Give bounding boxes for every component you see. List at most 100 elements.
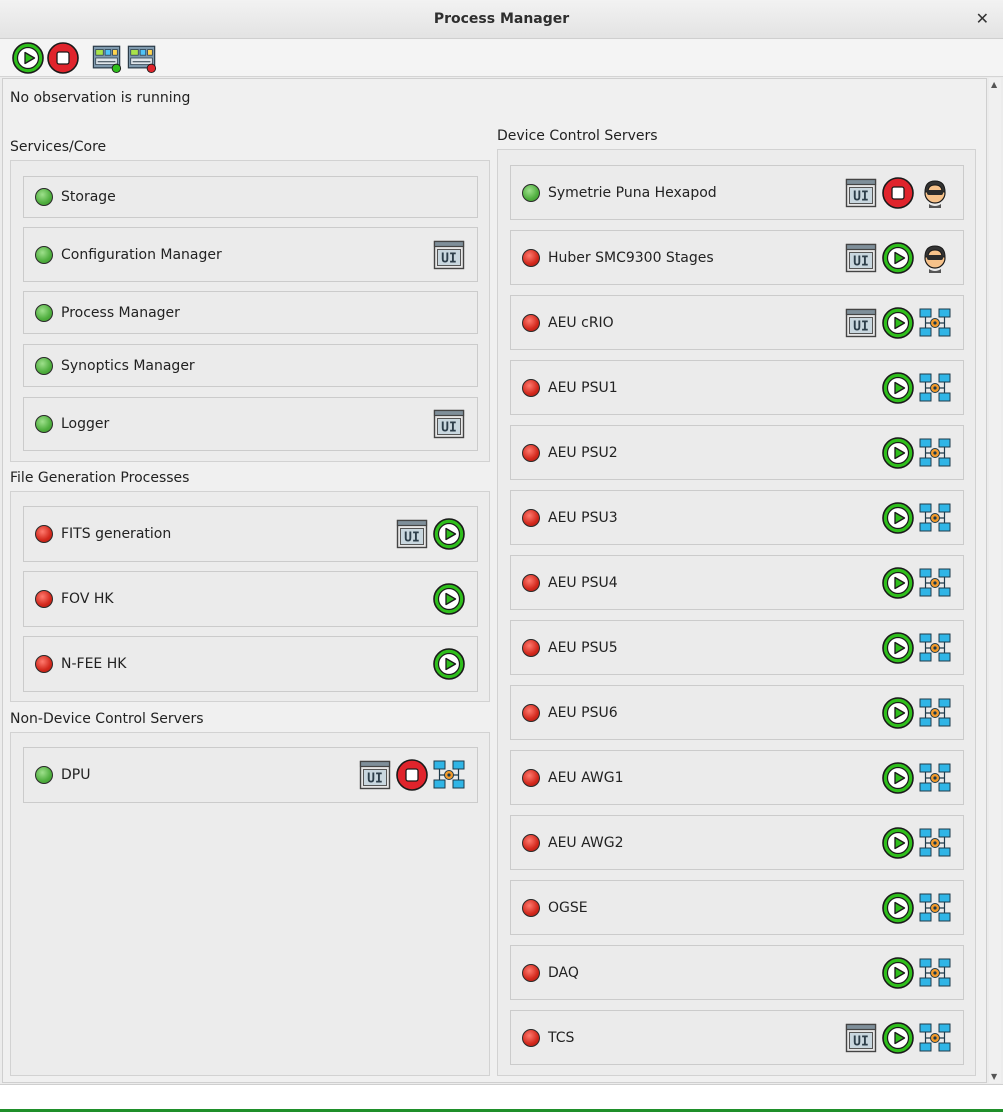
section-file-generation-label: File Generation Processes bbox=[10, 470, 190, 486]
status-indicator bbox=[522, 768, 540, 787]
status-indicator bbox=[522, 898, 540, 917]
process-label: Logger bbox=[61, 416, 110, 432]
network-icon[interactable] bbox=[919, 762, 951, 794]
start-icon[interactable] bbox=[882, 307, 914, 339]
status-indicator bbox=[522, 443, 540, 462]
process-label: DAQ bbox=[548, 964, 579, 981]
process-row-aeu-psu2: AEU PSU2 bbox=[510, 425, 964, 480]
start-icon[interactable] bbox=[882, 437, 914, 469]
ui-icon[interactable] bbox=[396, 518, 428, 550]
operator-icon[interactable] bbox=[919, 242, 951, 274]
start-icon[interactable] bbox=[882, 1022, 914, 1054]
process-row-process-manager: Process Manager bbox=[23, 291, 478, 334]
scroll-up-icon[interactable]: ▲ bbox=[991, 80, 997, 89]
start-icon[interactable] bbox=[882, 957, 914, 989]
process-label: AEU PSU2 bbox=[548, 444, 618, 461]
non-device-group: DPU bbox=[10, 732, 490, 1076]
process-label: Huber SMC9300 Stages bbox=[548, 249, 714, 266]
network-icon[interactable] bbox=[919, 567, 951, 599]
process-row-aeu-psu1: AEU PSU1 bbox=[510, 360, 964, 415]
control-panel-stop-icon[interactable] bbox=[126, 42, 158, 74]
process-row-aeu-crio: AEU cRIO bbox=[510, 295, 964, 350]
section-device-label: Device Control Servers bbox=[497, 128, 658, 144]
status-bar bbox=[0, 1084, 1003, 1112]
network-icon[interactable] bbox=[919, 697, 951, 729]
status-indicator bbox=[35, 525, 53, 543]
process-row-synoptics-manager: Synoptics Manager bbox=[23, 344, 478, 387]
start-icon[interactable] bbox=[882, 567, 914, 599]
process-row-aeu-psu5: AEU PSU5 bbox=[510, 620, 964, 675]
process-label: OGSE bbox=[548, 899, 588, 916]
services-core-group: Storage Configuration Manager Process Ma… bbox=[10, 160, 490, 462]
device-group: Symetrie Puna Hexapod Huber SMC9300 Stag… bbox=[497, 149, 976, 1076]
start-icon[interactable] bbox=[433, 518, 465, 550]
ui-icon[interactable] bbox=[845, 307, 877, 339]
status-indicator bbox=[35, 766, 53, 784]
process-row-daq: DAQ bbox=[510, 945, 964, 1000]
process-label: N-FEE HK bbox=[61, 656, 127, 672]
network-icon[interactable] bbox=[919, 307, 951, 339]
network-icon[interactable] bbox=[919, 1022, 951, 1054]
network-icon[interactable] bbox=[919, 437, 951, 469]
ui-icon[interactable] bbox=[359, 759, 391, 791]
process-label: Configuration Manager bbox=[61, 246, 222, 263]
process-label: AEU AWG2 bbox=[548, 834, 624, 851]
ui-icon[interactable] bbox=[433, 408, 465, 440]
start-all-button[interactable] bbox=[12, 42, 44, 74]
ui-icon[interactable] bbox=[845, 242, 877, 274]
toolbar bbox=[0, 39, 1003, 77]
process-label: FOV HK bbox=[61, 591, 114, 607]
process-row-aeu-psu6: AEU PSU6 bbox=[510, 685, 964, 740]
status-indicator bbox=[522, 378, 540, 397]
ui-icon[interactable] bbox=[845, 1022, 877, 1054]
start-icon[interactable] bbox=[882, 242, 914, 274]
start-icon[interactable] bbox=[882, 372, 914, 404]
scroll-down-icon[interactable]: ▼ bbox=[991, 1072, 997, 1081]
control-panel-start-icon[interactable] bbox=[91, 42, 123, 74]
operator-icon[interactable] bbox=[919, 177, 951, 209]
start-icon[interactable] bbox=[433, 648, 465, 680]
status-indicator bbox=[35, 655, 53, 673]
status-indicator bbox=[35, 356, 53, 375]
status-indicator bbox=[522, 183, 540, 202]
start-icon[interactable] bbox=[882, 892, 914, 924]
network-icon[interactable] bbox=[919, 957, 951, 989]
status-indicator bbox=[35, 303, 53, 322]
network-icon[interactable] bbox=[919, 502, 951, 534]
file-generation-group: FITS generation FOV HK N-FEE HK bbox=[10, 491, 490, 702]
start-icon[interactable] bbox=[882, 762, 914, 794]
start-icon[interactable] bbox=[882, 502, 914, 534]
network-icon[interactable] bbox=[433, 759, 465, 791]
status-indicator bbox=[522, 963, 540, 982]
stop-icon[interactable] bbox=[882, 177, 914, 209]
process-label: AEU PSU4 bbox=[548, 574, 618, 591]
status-indicator bbox=[522, 313, 540, 332]
process-label: DPU bbox=[61, 767, 91, 783]
stop-icon[interactable] bbox=[396, 759, 428, 791]
process-row-fits-generation: FITS generation bbox=[23, 506, 478, 562]
process-label: AEU cRIO bbox=[548, 314, 614, 331]
process-row-dpu: DPU bbox=[23, 747, 478, 803]
start-icon[interactable] bbox=[882, 632, 914, 664]
vertical-scrollbar[interactable]: ▲ ▼ bbox=[989, 78, 1001, 1083]
network-icon[interactable] bbox=[919, 632, 951, 664]
start-icon[interactable] bbox=[882, 697, 914, 729]
process-row-logger: Logger bbox=[23, 397, 478, 451]
close-icon[interactable]: ✕ bbox=[976, 9, 989, 28]
ui-icon[interactable] bbox=[845, 177, 877, 209]
status-indicator bbox=[35, 590, 53, 608]
network-icon[interactable] bbox=[919, 827, 951, 859]
network-icon[interactable] bbox=[919, 372, 951, 404]
stop-all-button[interactable] bbox=[47, 42, 79, 74]
start-icon[interactable] bbox=[433, 583, 465, 615]
network-icon[interactable] bbox=[919, 892, 951, 924]
title-bar: Process Manager ✕ bbox=[0, 0, 1003, 39]
status-indicator bbox=[522, 248, 540, 267]
status-indicator bbox=[35, 188, 53, 206]
process-label: Synoptics Manager bbox=[61, 357, 195, 374]
window-title: Process Manager bbox=[433, 11, 570, 27]
process-row-symetrie-puna-hexapod: Symetrie Puna Hexapod bbox=[510, 165, 964, 220]
ui-icon[interactable] bbox=[433, 239, 465, 271]
start-icon[interactable] bbox=[882, 827, 914, 859]
status-indicator bbox=[522, 508, 540, 527]
